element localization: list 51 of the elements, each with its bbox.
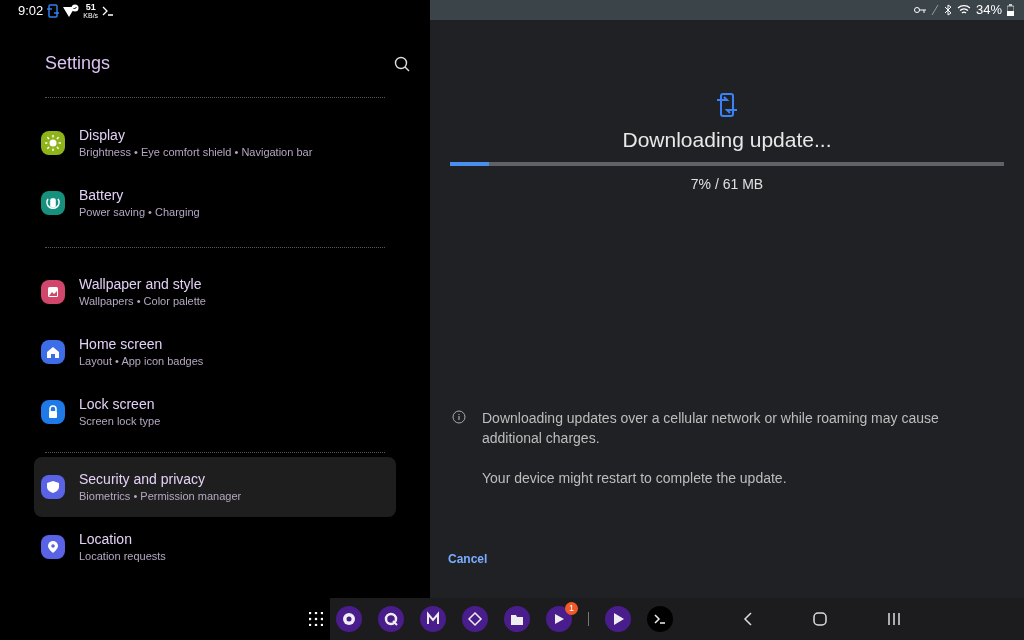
settings-item[interactable]: Battery Power saving • Charging [34, 173, 396, 233]
key-icon [913, 6, 926, 14]
item-subtitle: Brightness • Eye comfort shield • Navigation bar [79, 145, 313, 160]
battery-icon [1007, 4, 1014, 16]
sync-icon [47, 4, 60, 18]
wifi-icon [956, 4, 971, 16]
q-app-icon[interactable] [378, 606, 404, 632]
settings-item[interactable]: Security and privacy Biometrics • Permission manager [34, 457, 396, 517]
battery-percentage: 34% [975, 1, 1002, 20]
item-subtitle: Wallpapers • Color palette [79, 294, 206, 309]
settings-item[interactable]: Display Brightness • Eye comfort shield • Navigation bar [34, 113, 396, 173]
info-icon [452, 409, 466, 424]
back-icon[interactable] [743, 612, 753, 626]
notice-text: Downloading updates over a cellular network or while roaming may cause additional charges. [482, 408, 940, 448]
restart-note: Your device might restart to complete the update. [482, 468, 788, 488]
item-title: Lock screen [79, 395, 156, 413]
item-title: Battery [79, 186, 125, 204]
item-title: Location [79, 530, 133, 548]
item-subtitle: Screen lock type [79, 414, 161, 429]
item-title: Display [79, 126, 126, 144]
cancel-button[interactable]: Cancel [448, 549, 488, 568]
play-app-icon[interactable] [546, 606, 572, 632]
network-speed: 51 [85, 3, 96, 12]
terminal-app-icon[interactable] [647, 606, 673, 632]
item-subtitle: Location requests [79, 549, 166, 564]
download-title: Downloading update... [622, 127, 832, 153]
item-subtitle: Biometrics • Permission manager [79, 489, 242, 504]
wifi-check-icon [63, 4, 80, 18]
notification-badge: 1 [565, 602, 578, 615]
settings-item[interactable]: Lock screen Screen lock type [34, 382, 396, 442]
update-icon [716, 92, 738, 118]
terminal-icon [102, 6, 115, 16]
bluetooth-icon [943, 4, 952, 16]
settings-title: Settings [45, 52, 111, 75]
clock: 9:02 [18, 2, 44, 21]
settings-item[interactable]: Wallpaper and style Wallpapers • Color palette [34, 262, 396, 322]
slash-icon [930, 4, 939, 16]
app-drawer-icon[interactable] [309, 612, 323, 626]
progress-text: 7% / 61 MB [690, 174, 764, 194]
item-subtitle: Power saving • Charging [79, 205, 200, 220]
folder-app-icon[interactable] [504, 606, 530, 632]
item-title: Home screen [79, 335, 164, 353]
settings-item[interactable]: Location Location requests [34, 517, 396, 577]
search-icon[interactable] [394, 55, 410, 72]
home-icon[interactable] [813, 612, 827, 626]
item-title: Wallpaper and style [79, 275, 203, 293]
m-app-icon[interactable] [420, 606, 446, 632]
settings-item[interactable]: Home screen Layout • App icon badges [34, 322, 396, 382]
item-subtitle: Layout • App icon badges [79, 354, 204, 369]
recent-apps-icon[interactable] [887, 612, 901, 626]
item-title: Security and privacy [79, 470, 207, 488]
